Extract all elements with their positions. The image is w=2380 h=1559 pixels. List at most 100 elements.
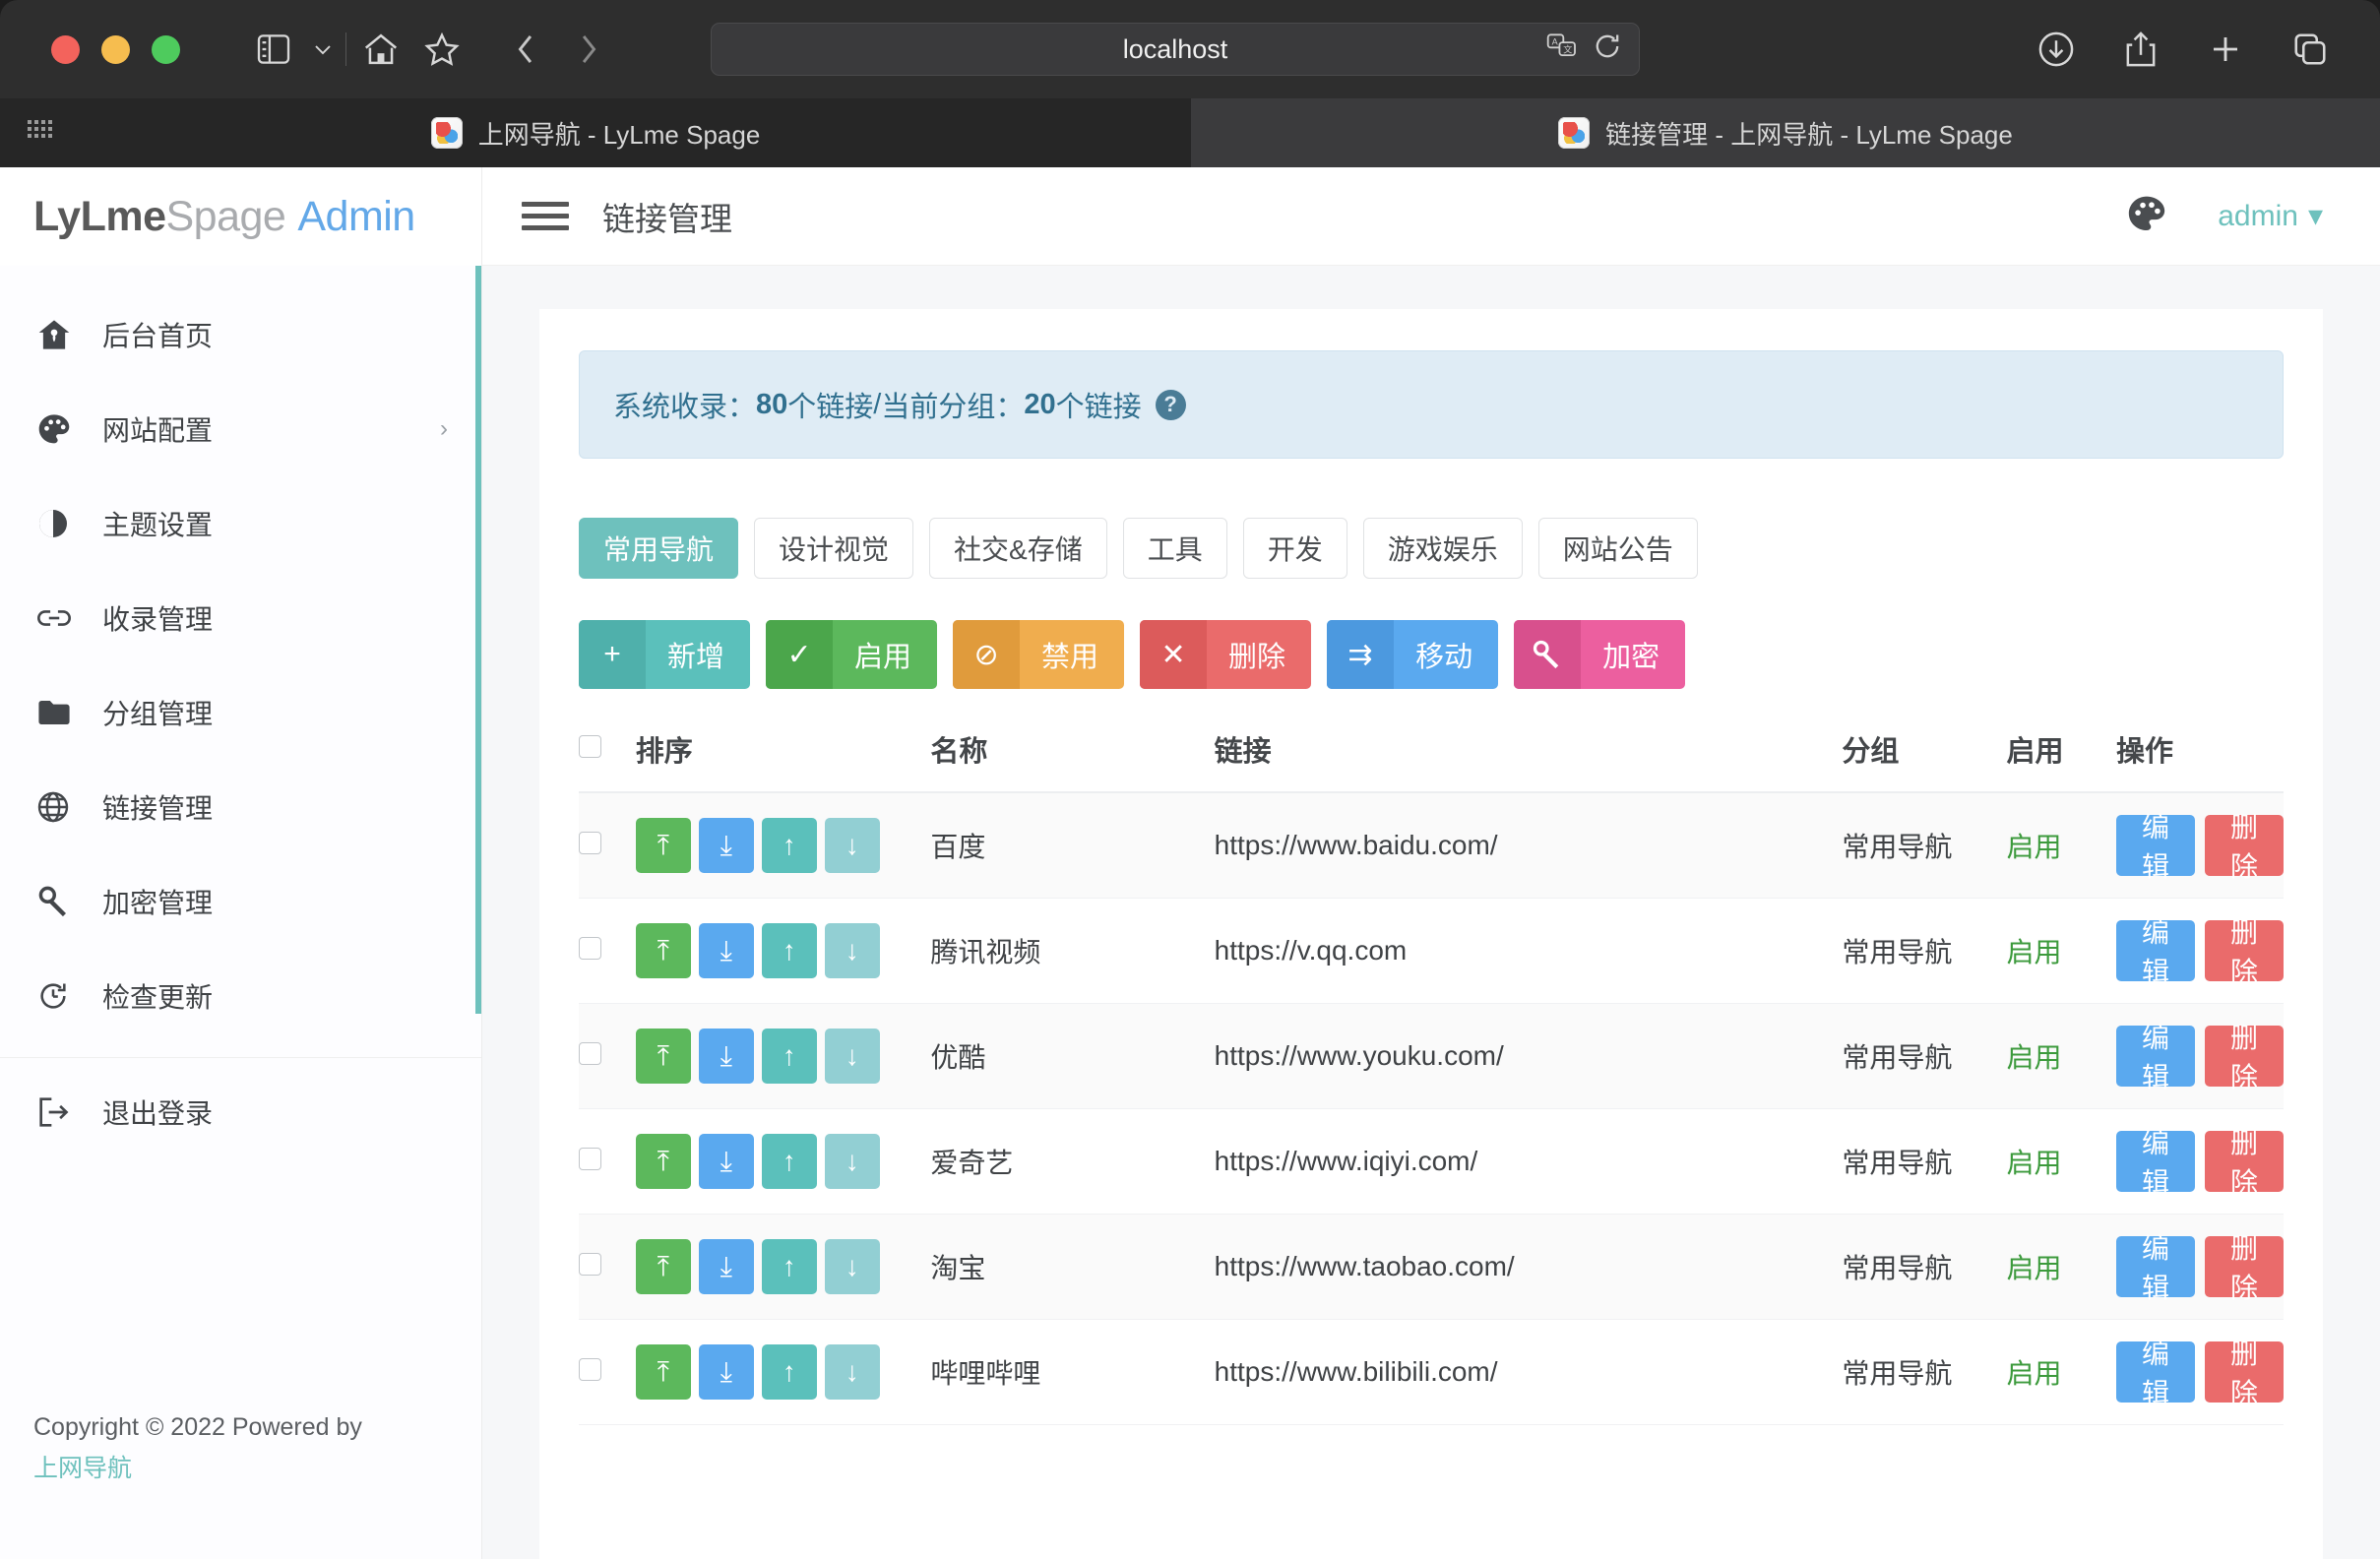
app-logo[interactable]: LyLme Spage Admin <box>0 167 481 266</box>
delete-row-button[interactable]: 删除 <box>2205 1131 2284 1192</box>
edit-button[interactable]: 编辑 <box>2116 920 2195 981</box>
move-up-button[interactable]: ↑ <box>762 1344 817 1400</box>
move-up-button[interactable]: ↑ <box>762 1239 817 1294</box>
forward-icon[interactable] <box>557 21 618 78</box>
back-icon[interactable] <box>496 21 557 78</box>
move-down-button[interactable]: ↓ <box>825 1134 880 1189</box>
row-status[interactable]: 启用 <box>2006 1215 2115 1320</box>
row-checkbox[interactable] <box>579 1148 601 1170</box>
disable-button[interactable]: ⊘ 禁用 <box>953 620 1124 689</box>
tab-shejiaocunchu[interactable]: 社交&存储 <box>929 518 1107 579</box>
sidebar-item-theme[interactable]: 主题设置 <box>0 476 481 571</box>
move-down-button[interactable]: ↓ <box>825 818 880 873</box>
new-tab-icon[interactable] <box>2195 21 2256 78</box>
tab-youxiyule[interactable]: 游戏娱乐 <box>1363 518 1523 579</box>
sidebar-item-dashboard[interactable]: 后台首页 <box>0 287 481 382</box>
minimize-window-button[interactable] <box>101 35 130 64</box>
delete-button[interactable]: ✕ 删除 <box>1140 620 1311 689</box>
translate-icon[interactable]: A 文 <box>1546 33 1578 66</box>
sidebar-toggle-icon[interactable] <box>243 21 304 78</box>
row-checkbox[interactable] <box>579 1042 601 1065</box>
close-window-button[interactable] <box>51 35 80 64</box>
row-status[interactable]: 启用 <box>2006 1004 2115 1109</box>
row-name: 优酷 <box>930 1004 1214 1109</box>
move-to-bottom-button[interactable]: ⤓ <box>699 818 754 873</box>
help-icon[interactable]: ? <box>1156 390 1186 420</box>
sidebar-item-collect[interactable]: 收录管理 <box>0 571 481 665</box>
star-icon[interactable] <box>411 21 472 78</box>
move-to-top-button[interactable]: ⤒ <box>636 923 691 978</box>
home-icon[interactable] <box>350 21 411 78</box>
delete-row-button[interactable]: 删除 <box>2205 1026 2284 1087</box>
app-grid-icon[interactable] <box>28 120 52 138</box>
delete-row-button[interactable]: 删除 <box>2205 815 2284 876</box>
delete-row-button[interactable]: 删除 <box>2205 1341 2284 1403</box>
move-to-bottom-button[interactable]: ⤓ <box>699 1239 754 1294</box>
row-checkbox[interactable] <box>579 1253 601 1276</box>
select-all-checkbox[interactable] <box>579 735 601 758</box>
move-down-button[interactable]: ↓ <box>825 1239 880 1294</box>
tab-kaifa[interactable]: 开发 <box>1243 518 1347 579</box>
move-to-top-button[interactable]: ⤒ <box>636 818 691 873</box>
row-status[interactable]: 启用 <box>2006 1320 2115 1425</box>
move-to-bottom-button[interactable]: ⤓ <box>699 923 754 978</box>
maximize-window-button[interactable] <box>152 35 180 64</box>
edit-button[interactable]: 编辑 <box>2116 1131 2195 1192</box>
sidebar-item-links[interactable]: 链接管理 <box>0 760 481 854</box>
reload-icon[interactable] <box>1594 32 1621 67</box>
move-button[interactable]: ⇉ 移动 <box>1327 620 1498 689</box>
edit-button[interactable]: 编辑 <box>2116 815 2195 876</box>
chevron-down-icon[interactable] <box>304 21 342 78</box>
move-up-button[interactable]: ↑ <box>762 923 817 978</box>
row-checkbox[interactable] <box>579 1358 601 1381</box>
address-bar[interactable]: localhost A 文 <box>711 23 1640 76</box>
tab-gongju[interactable]: 工具 <box>1123 518 1227 579</box>
row-status[interactable]: 启用 <box>2006 792 2115 899</box>
sidebar-item-logout[interactable]: 退出登录 <box>0 1057 481 1165</box>
delete-row-button[interactable]: 删除 <box>2205 1236 2284 1297</box>
browser-tab-2[interactable]: 链接管理 - 上网导航 - LyLme Spage <box>1191 98 2380 167</box>
add-button[interactable]: + 新增 <box>579 620 750 689</box>
row-status[interactable]: 启用 <box>2006 1109 2115 1215</box>
tab-changyongdaohang[interactable]: 常用导航 <box>579 518 738 579</box>
copyright-text: Copyright © 2022 Powered by <box>33 1413 362 1441</box>
move-up-button[interactable]: ↑ <box>762 1134 817 1189</box>
row-status[interactable]: 启用 <box>2006 899 2115 1004</box>
move-to-bottom-button[interactable]: ⤓ <box>699 1344 754 1400</box>
enable-button[interactable]: ✓ 启用 <box>766 620 937 689</box>
move-to-top-button[interactable]: ⤒ <box>636 1029 691 1084</box>
sidebar-item-check-update[interactable]: 检查更新 <box>0 949 481 1043</box>
footer-site-link[interactable]: 上网导航 <box>33 1451 448 1486</box>
tab-wangzhangonggao[interactable]: 网站公告 <box>1538 518 1698 579</box>
tab-overview-icon[interactable] <box>2280 21 2341 78</box>
row-checkbox[interactable] <box>579 832 601 854</box>
edit-button[interactable]: 编辑 <box>2116 1341 2195 1403</box>
move-to-top-button[interactable]: ⤒ <box>636 1344 691 1400</box>
move-down-button[interactable]: ↓ <box>825 1029 880 1084</box>
sidebar-item-site-config[interactable]: 网站配置 › <box>0 382 481 476</box>
share-icon[interactable] <box>2110 21 2171 78</box>
move-up-button[interactable]: ↑ <box>762 818 817 873</box>
browser-tab-1[interactable]: 上网导航 - LyLme Spage <box>0 98 1191 167</box>
hamburger-icon[interactable] <box>522 202 569 230</box>
tab-shejishijue[interactable]: 设计视觉 <box>754 518 913 579</box>
move-to-bottom-button[interactable]: ⤓ <box>699 1134 754 1189</box>
sidebar-item-label: 网站配置 <box>102 409 213 449</box>
sidebar-item-groups[interactable]: 分组管理 <box>0 665 481 760</box>
user-menu[interactable]: admin ▾ <box>2218 199 2323 233</box>
palette-icon <box>37 413 89 445</box>
edit-button[interactable]: 编辑 <box>2116 1026 2195 1087</box>
move-to-top-button[interactable]: ⤒ <box>636 1134 691 1189</box>
move-down-button[interactable]: ↓ <box>825 1344 880 1400</box>
move-to-bottom-button[interactable]: ⤓ <box>699 1029 754 1084</box>
move-down-button[interactable]: ↓ <box>825 923 880 978</box>
encrypt-button[interactable]: 加密 <box>1514 620 1685 689</box>
row-checkbox[interactable] <box>579 937 601 960</box>
move-to-top-button[interactable]: ⤒ <box>636 1239 691 1294</box>
delete-row-button[interactable]: 删除 <box>2205 920 2284 981</box>
move-up-button[interactable]: ↑ <box>762 1029 817 1084</box>
sidebar-item-encryption[interactable]: 加密管理 <box>0 854 481 949</box>
edit-button[interactable]: 编辑 <box>2116 1236 2195 1297</box>
download-icon[interactable] <box>2026 21 2087 78</box>
palette-icon[interactable] <box>2127 195 2166 237</box>
